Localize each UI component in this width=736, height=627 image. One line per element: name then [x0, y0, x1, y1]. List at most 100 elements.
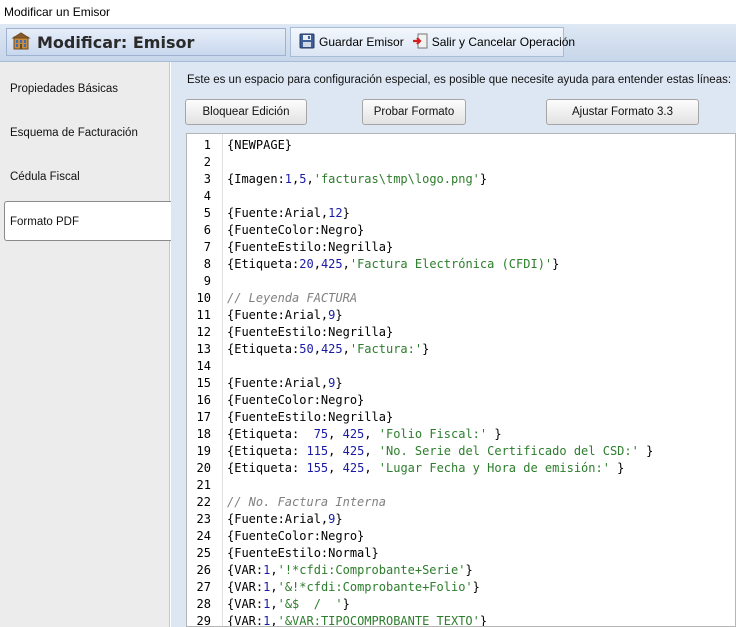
code-line: 13 {Etiqueta:50,425,'Factura:'} — [187, 341, 735, 358]
save-button-label: Guardar Emisor — [319, 35, 404, 49]
test-format-button[interactable]: Probar Formato — [362, 99, 466, 125]
floppy-disk-icon — [299, 33, 315, 52]
code-token: } — [335, 512, 343, 526]
code-line: 16 {FuenteColor:Negro} — [187, 392, 735, 409]
line-number: 19 — [196, 444, 211, 458]
adjust-format-button[interactable]: Ajustar Formato 3.3 — [546, 99, 699, 125]
code-line: 28 {VAR:1,'&$ / '} — [187, 596, 735, 613]
line-number: 26 — [196, 563, 211, 577]
code-token: , — [342, 257, 350, 271]
code-token: {VAR: — [227, 614, 264, 627]
line-code: {FuenteEstilo:Normal} — [227, 545, 379, 562]
line-number: 8 — [203, 257, 211, 271]
code-token: 5 — [299, 172, 307, 186]
code-line: 19 {Etiqueta: 115, 425, 'No. Serie del Ce… — [187, 443, 735, 460]
code-line: 12 {FuenteEstilo:Negrilla} — [187, 324, 735, 341]
code-token: } — [609, 461, 625, 475]
lock-edit-button[interactable]: Bloquear Edición — [185, 99, 307, 125]
code-line: 15 {Fuente:Arial,9} — [187, 375, 735, 392]
line-code: {Etiqueta: 75, 425, 'Folio Fiscal:' } — [227, 426, 502, 443]
code-token: , — [342, 342, 350, 356]
code-token: {Fuente:Arial, — [227, 206, 329, 220]
line-number: 20 — [196, 461, 211, 475]
code-line: 8 {Etiqueta:20,425,'Factura Electrónica (… — [187, 256, 735, 273]
code-token: 1 — [284, 172, 293, 186]
code-token: } — [472, 580, 480, 594]
line-code: {VAR:1,'&VAR:TIPOCOMPROBANTE_TEXTO'} — [227, 613, 487, 627]
code-line: 5 {Fuente:Arial,12} — [187, 205, 735, 222]
line-code: {Fuente:Arial,9} — [227, 307, 343, 324]
code-token: // No. Factura Interna — [227, 495, 386, 509]
code-token: 20 — [299, 257, 314, 271]
sidebar-item-propiedades[interactable]: Propiedades Básicas — [0, 69, 170, 109]
code-token: {FuenteEstilo:Negrilla} — [227, 240, 394, 254]
code-token: {Fuente:Arial, — [227, 308, 329, 322]
code-token: , — [364, 461, 379, 475]
code-token: } — [335, 308, 343, 322]
line-number: 16 — [196, 393, 211, 407]
code-token: } — [335, 376, 343, 390]
info-text: Este es un espacio para configuración es… — [187, 74, 732, 86]
code-line: 6 {FuenteColor:Negro} — [187, 222, 735, 239]
line-number: 4 — [203, 189, 211, 203]
line-code: {Etiqueta:20,425,'Factura Electrónica (C… — [227, 256, 559, 273]
code-line: 20 {Etiqueta: 155, 425, 'Lugar Fecha y Ho… — [187, 460, 735, 477]
code-token: {FuenteEstilo:Negrilla} — [227, 410, 394, 424]
sidebar-item-esquema[interactable]: Esquema de Facturación — [0, 113, 170, 153]
code-line: 2 — [187, 154, 735, 171]
code-token: 115 — [306, 444, 329, 458]
line-code: {Etiqueta: 155, 425, 'Lugar Fecha y Hora… — [227, 460, 624, 477]
code-editor[interactable]: 1 {NEWPAGE} 2 3 {Imagen:1,5,'facturas\tmp\lo… — [186, 133, 736, 627]
sidebar: Propiedades Básicas Esquema de Facturaci… — [0, 62, 171, 627]
window-title: Modificar un Emisor — [0, 0, 736, 24]
line-code: {FuenteEstilo:Negrilla} — [227, 409, 393, 426]
cancel-button[interactable]: Salir y Cancelar Operación — [408, 29, 579, 55]
code-token: 12 — [328, 206, 343, 220]
line-code: {FuenteColor:Negro} — [227, 222, 364, 239]
code-token: 'Lugar Fecha y Hora de emisión:' — [378, 461, 610, 475]
code-token: {Etiqueta: — [227, 427, 314, 441]
line-code: {Etiqueta: 115, 425, 'No. Serie del Cert… — [227, 443, 653, 460]
line-number: 2 — [203, 155, 211, 169]
code-token: , — [364, 444, 379, 458]
code-token: , — [313, 342, 321, 356]
line-code: {Fuente:Arial,9} — [227, 375, 343, 392]
line-code: {Etiqueta:50,425,'Factura:'} — [227, 341, 429, 358]
line-code: {FuenteColor:Negro} — [227, 528, 364, 545]
code-token: {FuenteColor:Negro} — [227, 393, 365, 407]
line-code: {VAR:1,'&!*cfdi:Comprobante+Folio'} — [227, 579, 480, 596]
line-number: 21 — [196, 478, 211, 492]
code-token: {FuenteEstilo:Normal} — [227, 546, 379, 560]
code-token: {FuenteColor:Negro} — [227, 529, 365, 543]
code-token: , — [306, 172, 314, 186]
line-number: 6 — [203, 223, 211, 237]
code-token: '!*cfdi:Comprobante+Serie' — [277, 563, 466, 577]
line-number: 23 — [196, 512, 211, 526]
sidebar-item-cedula[interactable]: Cédula Fiscal — [0, 157, 170, 197]
sidebar-item-formato-pdf[interactable]: Formato PDF — [4, 201, 171, 241]
code-line: 21 — [187, 477, 735, 494]
line-number: 18 — [196, 427, 211, 441]
code-token: // Leyenda FACTURA — [227, 291, 358, 305]
code-token: 'Factura:' — [349, 342, 423, 356]
line-number: 11 — [196, 308, 211, 322]
save-button[interactable]: Guardar Emisor — [295, 29, 408, 55]
code-token: 425 — [320, 257, 343, 271]
code-token: } — [465, 563, 473, 577]
code-token: {Fuente:Arial, — [227, 376, 329, 390]
line-code: {Fuente:Arial,12} — [227, 205, 350, 222]
code-line: 17 {FuenteEstilo:Negrilla} — [187, 409, 735, 426]
cancel-button-label: Salir y Cancelar Operación — [431, 35, 576, 49]
code-token: } — [552, 257, 560, 271]
code-token: } — [342, 206, 350, 220]
code-line: 23 {Fuente:Arial,9} — [187, 511, 735, 528]
line-code: {Fuente:Arial,9} — [227, 511, 343, 528]
line-code: {FuenteEstilo:Negrilla} — [227, 324, 393, 341]
line-number: 13 — [196, 342, 211, 356]
code-token: 425 — [320, 342, 343, 356]
code-token: {VAR: — [227, 580, 264, 594]
line-number: 15 — [196, 376, 211, 390]
code-token: {Etiqueta: — [227, 461, 307, 475]
building-icon — [11, 31, 31, 54]
code-token: } — [342, 597, 350, 611]
